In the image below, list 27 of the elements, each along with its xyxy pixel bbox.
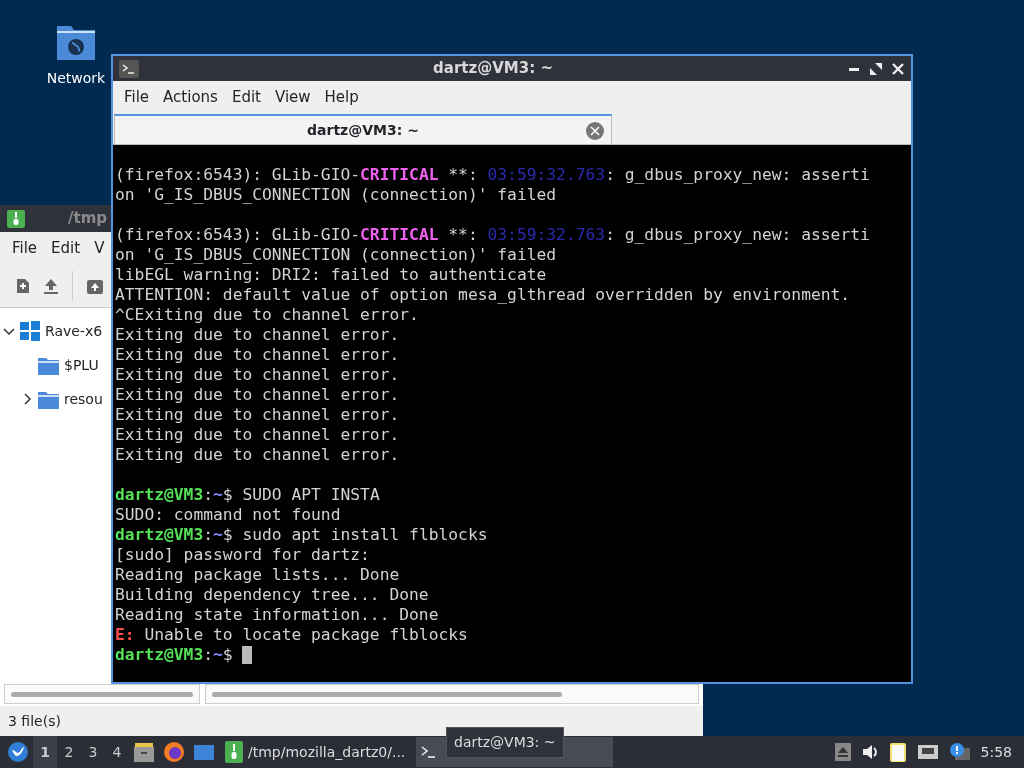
terminal-line: Exiting due to channel error. xyxy=(115,405,400,425)
terminal-line: Exiting due to channel error. xyxy=(115,425,400,445)
terminal-line: Reading state information... Done xyxy=(115,605,439,625)
tooltip: dartz@VM3: ~ xyxy=(446,727,564,758)
terminal-line: Exiting due to channel error. xyxy=(115,325,400,345)
terminal-line: E: Unable to locate package flblocks xyxy=(115,625,468,645)
terminal-line: ATTENTION: default value of option mesa_glthread overridden by environment. xyxy=(115,285,851,305)
window-title: dartz@VM3: ~ xyxy=(432,58,554,80)
terminal-line: on 'G_IS_DBUS_CONNECTION (connection)' failed xyxy=(115,185,557,205)
terminal-line: Exiting due to channel error. xyxy=(115,445,400,465)
terminal-line: [sudo] password for dartz: xyxy=(115,545,370,565)
terminal-line: libEGL warning: DRI2: failed to authenticate xyxy=(115,265,547,285)
terminal-line: SUDO: command not found xyxy=(115,505,341,525)
terminal-line: Exiting due to channel error. xyxy=(115,365,400,385)
terminal-line: (firefox:6543): GLib-GIO-CRITICAL **: 03:59:32.763: g_dbus_proxy_new: asserti xyxy=(115,225,870,245)
terminal-line: dartz@VM3:~$ xyxy=(115,645,234,665)
terminal-line: ^CExiting due to channel error. xyxy=(115,305,419,325)
window-title: /tmp xyxy=(68,208,108,230)
terminal-line: Building dependency tree... Done xyxy=(115,585,429,605)
terminal-line: on 'G_IS_DBUS_CONNECTION (connection)' failed xyxy=(115,245,557,265)
terminal-line: Reading package lists... Done xyxy=(115,565,400,585)
terminal-line: Exiting due to channel error. xyxy=(115,345,400,365)
terminal-line: Exiting due to channel error. xyxy=(115,385,400,405)
terminal-line: dartz@VM3:~$ SUDO APT INSTA xyxy=(115,485,380,505)
status-text: 3 file(s) xyxy=(8,711,61,731)
terminal-line: dartz@VM3:~$ sudo apt install flblocks xyxy=(115,525,488,545)
terminal-line: (firefox:6543): GLib-GIO-CRITICAL **: 03:59:32.763: g_dbus_proxy_new: asserti xyxy=(115,165,870,185)
